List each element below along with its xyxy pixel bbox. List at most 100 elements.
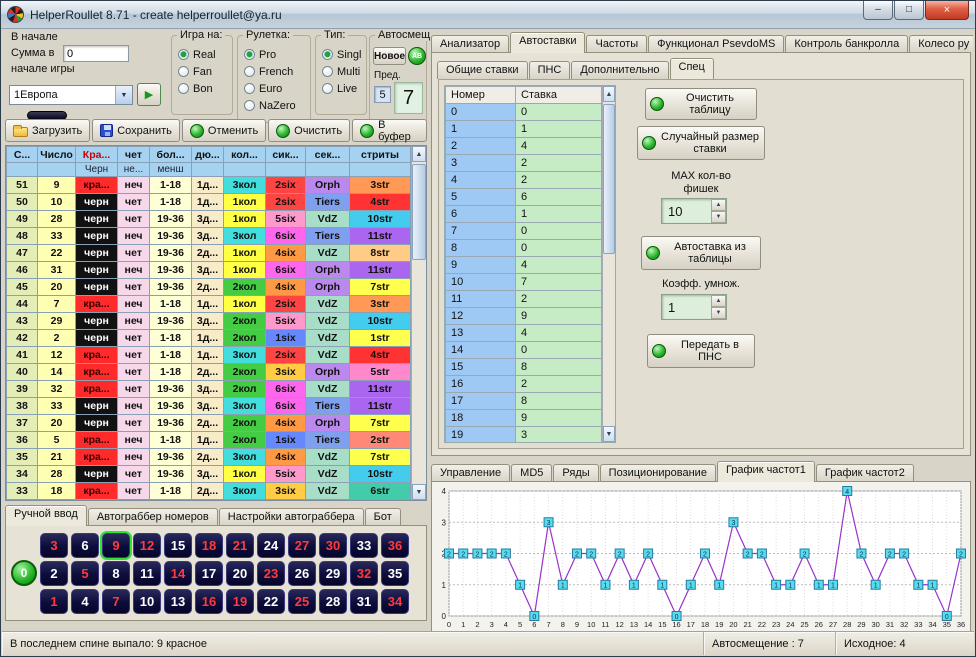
scrollbar-track[interactable] [412, 162, 426, 484]
number-tile-1[interactable]: 1 [40, 589, 68, 614]
save-button[interactable]: Сохранить [92, 119, 180, 142]
number-tile-21[interactable]: 21 [226, 533, 254, 558]
bets-scrollbar-thumb[interactable] [603, 104, 615, 254]
undo-button[interactable]: Отменить [182, 119, 266, 142]
radio-nazero[interactable]: NaZero [238, 97, 310, 114]
radio-live[interactable]: Live [316, 80, 366, 97]
bet-row-8[interactable]: 80 [446, 240, 602, 257]
spin-row-40[interactable]: 4014кра...чет1-182д...2кол3sixOrph5str [7, 364, 411, 381]
bets-table-scrollbar[interactable]: ▲ ▼ [602, 86, 615, 442]
spin-row-44[interactable]: 447кра...неч1-181д...1кол2sixVdZ3str [7, 296, 411, 313]
bet-row-15[interactable]: 158 [446, 359, 602, 376]
spin-row-48[interactable]: 4833черннеч19-363д...3кол6sixTiers11str [7, 228, 411, 245]
bet-row-0[interactable]: 00 [446, 104, 602, 121]
number-tile-12[interactable]: 12 [133, 533, 161, 558]
number-tile-9[interactable]: 9 [102, 533, 130, 558]
number-tile-22[interactable]: 22 [257, 589, 285, 614]
number-tile-8[interactable]: 8 [102, 561, 130, 586]
number-tile-15[interactable]: 15 [164, 533, 192, 558]
number-tile-30[interactable]: 30 [319, 533, 347, 558]
chart-tab-2[interactable]: Ряды [553, 464, 598, 482]
bets-tab-0[interactable]: Общие ставки [437, 61, 528, 79]
radio-real[interactable]: Real [172, 46, 232, 63]
number-tile-25[interactable]: 25 [288, 589, 316, 614]
number-tile-28[interactable]: 28 [319, 589, 347, 614]
number-tile-11[interactable]: 11 [133, 561, 161, 586]
radio-fan[interactable]: Fan [172, 63, 232, 80]
bet-row-13[interactable]: 134 [446, 325, 602, 342]
number-tile-19[interactable]: 19 [226, 589, 254, 614]
spin-row-47[interactable]: 4722чернчет19-362д...1кол4sixVdZ8str [7, 245, 411, 262]
clear-table-button[interactable]: Очистить таблицу [645, 88, 757, 120]
number-tile-24[interactable]: 24 [257, 533, 285, 558]
radio-multi[interactable]: Multi [316, 63, 366, 80]
multiplier-stepper[interactable]: 1 ▲ ▼ [661, 294, 727, 320]
spin-row-50[interactable]: 5010чернчет1-181д...1кол2sixTiers4str [7, 194, 411, 211]
number-tile-36[interactable]: 36 [381, 533, 409, 558]
scroll-up-icon[interactable]: ▲ [412, 146, 426, 162]
bets-tab-1[interactable]: ПНС [529, 61, 571, 79]
number-tile-18[interactable]: 18 [195, 533, 223, 558]
input-tab-2[interactable]: Настройки автограббера [219, 508, 364, 526]
number-tile-20[interactable]: 20 [226, 561, 254, 586]
number-tile-13[interactable]: 13 [164, 589, 192, 614]
spin-row-45[interactable]: 4520чернчет19-362д...2кол4sixOrph7str [7, 279, 411, 296]
radio-french[interactable]: French [238, 63, 310, 80]
stepper-down-icon[interactable]: ▼ [711, 211, 726, 223]
number-tile-10[interactable]: 10 [133, 589, 161, 614]
new-autoshift-button[interactable]: Новое [373, 47, 406, 65]
bets-tab-2[interactable]: Дополнительно [571, 61, 668, 79]
spin-row-36[interactable]: 365кра...неч1-181д...2кол1sixTiers2str [7, 432, 411, 449]
chart-tab-3[interactable]: Позиционирование [600, 464, 716, 482]
number-tile-29[interactable]: 29 [319, 561, 347, 586]
autobet-from-table-button[interactable]: Автоставка из таблицы [641, 236, 761, 270]
bet-row-2[interactable]: 24 [446, 138, 602, 155]
number-tile-4[interactable]: 4 [71, 589, 99, 614]
number-tile-35[interactable]: 35 [381, 561, 409, 586]
number-tile-23[interactable]: 23 [257, 561, 285, 586]
spin-row-34[interactable]: 3428чернчет19-363д...1кол5sixVdZ10str [7, 466, 411, 483]
number-tile-3[interactable]: 3 [40, 533, 68, 558]
number-tile-26[interactable]: 26 [288, 561, 316, 586]
bets-scroll-down-icon[interactable]: ▼ [603, 426, 615, 442]
chart-tab-5[interactable]: График частот2 [816, 464, 914, 482]
number-tile-17[interactable]: 17 [195, 561, 223, 586]
chart-tab-4[interactable]: График частот1 [717, 461, 815, 482]
close-button[interactable]: × [925, 1, 969, 20]
bet-row-16[interactable]: 162 [446, 376, 602, 393]
clear-button[interactable]: Очистить [268, 119, 350, 142]
bet-row-3[interactable]: 32 [446, 155, 602, 172]
start-sum-input[interactable] [63, 45, 129, 62]
input-tab-0[interactable]: Ручной ввод [5, 505, 87, 526]
bet-row-17[interactable]: 178 [446, 393, 602, 410]
bet-row-10[interactable]: 107 [446, 274, 602, 291]
bets-scroll-up-icon[interactable]: ▲ [603, 86, 615, 102]
bet-row-11[interactable]: 112 [446, 291, 602, 308]
main-tab-5[interactable]: Колесо ру [909, 35, 973, 53]
autoshift-sphere-icon[interactable]: АВ [408, 47, 426, 65]
number-tile-32[interactable]: 32 [350, 561, 378, 586]
bet-row-12[interactable]: 129 [446, 308, 602, 325]
number-tile-7[interactable]: 7 [102, 589, 130, 614]
number-tile-0[interactable]: 0 [11, 560, 37, 586]
bet-row-14[interactable]: 140 [446, 342, 602, 359]
spin-row-43[interactable]: 4329черннеч19-363д...2кол5sixVdZ10str [7, 313, 411, 330]
copy-to-buffer-button[interactable]: В буфер [352, 119, 427, 142]
spin-row-39[interactable]: 3932кра...чет19-363д...2кол6sixVdZ11str [7, 381, 411, 398]
main-tab-4[interactable]: Контроль банкролла [785, 35, 908, 53]
bet-row-19[interactable]: 193 [446, 427, 602, 444]
main-tab-0[interactable]: Анализатор [431, 35, 509, 53]
radio-bon[interactable]: Bon [172, 80, 232, 97]
spin-row-38[interactable]: 3833черннеч19-363д...3кол6sixTiers11str [7, 398, 411, 415]
chevron-down-icon[interactable]: ▼ [115, 86, 132, 104]
radio-pro[interactable]: Pro [238, 46, 310, 63]
chart-tab-0[interactable]: Управление [431, 464, 510, 482]
spin-row-49[interactable]: 4928чернчет19-363д...1кол5sixVdZ10str [7, 211, 411, 228]
bet-row-4[interactable]: 42 [446, 172, 602, 189]
bet-row-5[interactable]: 56 [446, 189, 602, 206]
input-tab-1[interactable]: Автограббер номеров [88, 508, 218, 526]
spin-row-51[interactable]: 519кра...неч1-181д...3кол2sixOrph3str [7, 177, 411, 194]
radio-euro[interactable]: Euro [238, 80, 310, 97]
bets-tab-3[interactable]: Спец [670, 58, 714, 79]
number-tile-27[interactable]: 27 [288, 533, 316, 558]
